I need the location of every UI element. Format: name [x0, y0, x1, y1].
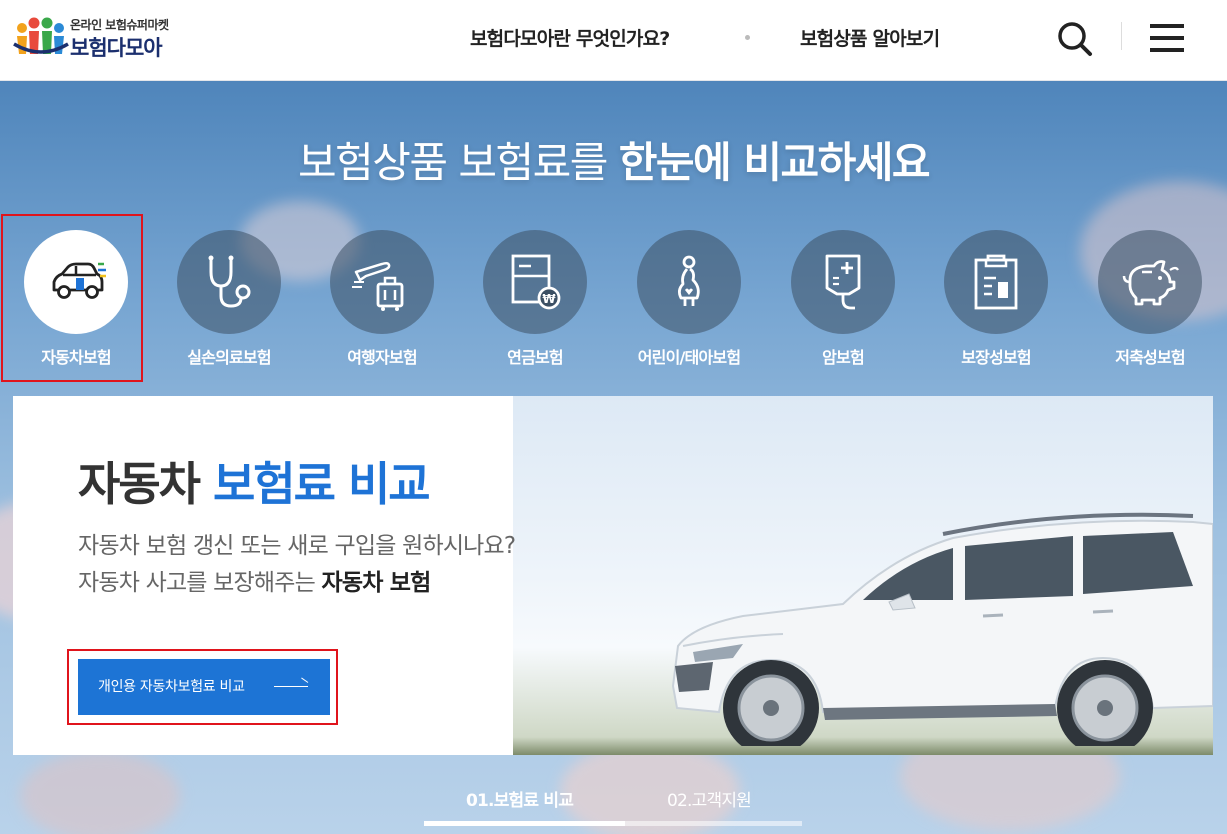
category-label: 실손의료보험: [187, 348, 271, 367]
tab-indicator-active: [424, 821, 625, 826]
search-button[interactable]: [1055, 19, 1095, 59]
category-label: 암보험: [822, 348, 865, 367]
menu-button[interactable]: [1150, 22, 1186, 54]
hamburger-icon-bar: [1150, 36, 1184, 40]
nav-about[interactable]: 보험다모아란 무엇인가요?: [470, 24, 670, 51]
pregnant-woman-icon: [678, 255, 700, 306]
panel-title: 자동차 보험료 비교: [78, 448, 431, 514]
stethoscope-icon: [208, 255, 251, 308]
hamburger-icon: [1150, 24, 1184, 28]
iv-drip-icon: [825, 254, 861, 310]
tab-customer-support[interactable]: 02.고객지원: [667, 786, 752, 811]
nav-separator-dot: [745, 35, 750, 40]
category-circle: [791, 230, 895, 334]
nav-products[interactable]: 보험상품 알아보기: [800, 24, 940, 51]
site-header: 온라인 보험슈퍼마켓 보험다모아 보험다모아란 무엇인가요? 보험상품 알아보기: [0, 0, 1227, 81]
category-label: 보장성보험: [961, 348, 1031, 367]
hero-title-light: 보험상품 보험료를: [297, 138, 619, 187]
category-label: 어린이/태아보험: [637, 348, 741, 367]
clipboard-icon: [974, 254, 1018, 310]
airplane-luggage-icon: [352, 261, 404, 311]
piggy-bank-icon: [1122, 260, 1179, 306]
category-label: 여행자보험: [347, 348, 417, 367]
category-circle: [1098, 230, 1202, 334]
category-circle: [177, 230, 281, 334]
category-medical-insurance[interactable]: 실손의료보험: [154, 230, 304, 380]
logo-tagline: 온라인 보험슈퍼마켓: [70, 18, 169, 32]
category-cancer-insurance[interactable]: 암보험: [768, 230, 918, 380]
category-pension-insurance[interactable]: ₩ 연금보험: [460, 230, 610, 380]
hero-title-bold: 한눈에 비교하세요: [618, 138, 931, 187]
svg-text:₩: ₩: [542, 292, 556, 306]
panel-title-blue: 보험료 비교: [212, 457, 431, 511]
category-circle: [637, 230, 741, 334]
highlight-cta-button: [67, 649, 338, 725]
panel-title-dark: 자동차: [78, 457, 213, 511]
category-circle: [944, 230, 1048, 334]
pension-document-icon: ₩: [511, 254, 561, 310]
blossom-decoration: [20, 751, 180, 834]
tab-premium-compare[interactable]: 01.보험료 비교: [466, 786, 574, 811]
category-circle: ₩: [483, 230, 587, 334]
panel-description-line1: 자동차 보험 갱신 또는 새로 구입을 원하시나요?: [78, 533, 516, 559]
category-protection-insurance[interactable]: 보장성보험: [921, 230, 1071, 380]
header-divider: [1121, 22, 1122, 50]
category-child-insurance[interactable]: 어린이/태아보험: [614, 230, 764, 380]
hero-title: 보험상품 보험료를 한눈에 비교하세요: [0, 129, 1227, 190]
search-icon: [1058, 22, 1092, 56]
panel-description-prefix: 자동차 사고를 보장해주는: [78, 570, 322, 596]
panel-description-line2: 자동차 사고를 보장해주는 자동차 보험: [78, 563, 431, 597]
category-travel-insurance[interactable]: 여행자보험: [307, 230, 457, 380]
category-savings-insurance[interactable]: 저축성보험: [1075, 230, 1225, 380]
category-circle: [330, 230, 434, 334]
highlight-car-category: [1, 214, 143, 382]
hamburger-icon-bar: [1150, 48, 1184, 52]
logo-text: 보험다모아: [70, 36, 163, 60]
category-label: 저축성보험: [1115, 348, 1185, 367]
suv-car-image: [671, 512, 1213, 746]
panel-description-bold: 자동차 보험: [321, 570, 432, 596]
category-label: 연금보험: [507, 348, 563, 367]
logo[interactable]: 온라인 보험슈퍼마켓 보험다모아: [12, 12, 202, 62]
logo-people-icon: [13, 17, 69, 54]
